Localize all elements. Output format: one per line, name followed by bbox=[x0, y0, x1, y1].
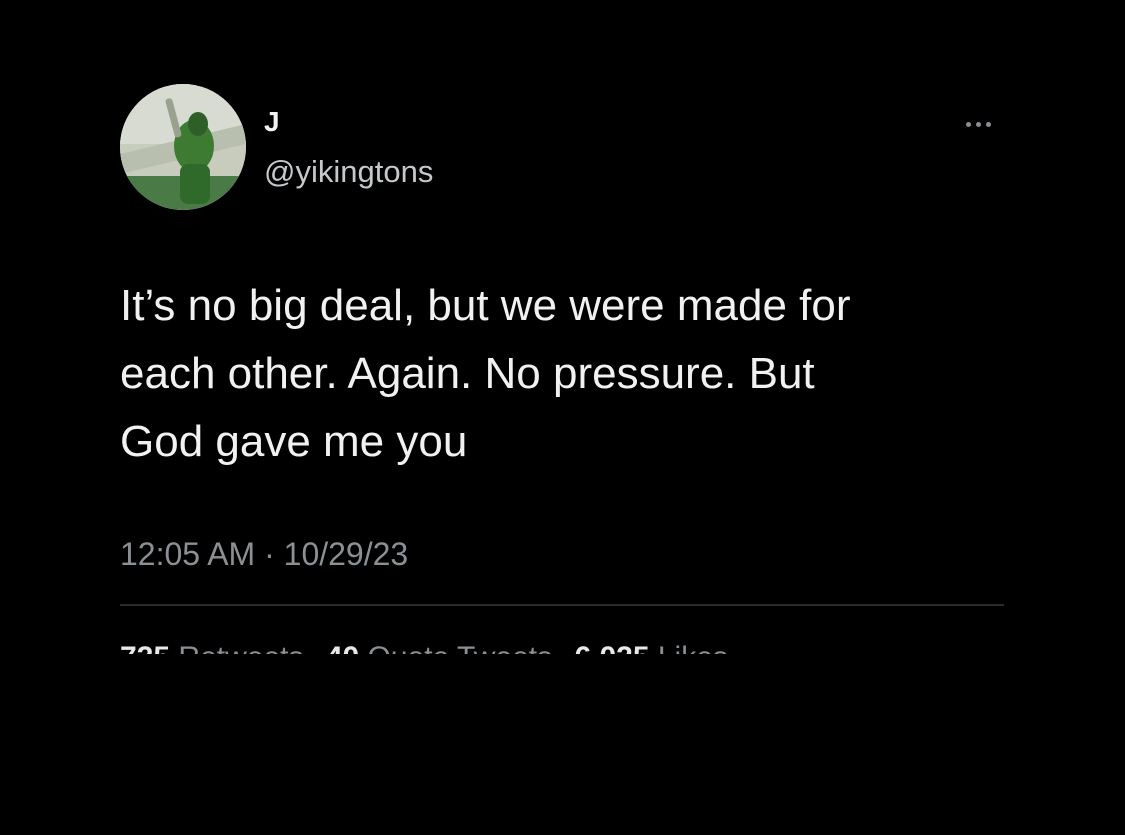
quote-tweets-stat[interactable]: 40 Quote Tweets bbox=[326, 641, 552, 654]
more-horizontal-icon bbox=[965, 121, 971, 127]
avatar-image bbox=[120, 84, 246, 210]
quote-tweets-count: 40 bbox=[326, 641, 359, 654]
display-name[interactable]: J bbox=[264, 106, 280, 138]
likes-count: 6,025 bbox=[574, 641, 649, 654]
more-dot bbox=[975, 121, 981, 127]
engagement-stats: 725 Retweets 40 Quote Tweets 6,025 Likes bbox=[120, 632, 1020, 654]
user-handle[interactable]: @yikingtons bbox=[264, 154, 433, 190]
quote-tweets-label: Quote Tweets bbox=[368, 641, 553, 654]
more-dot bbox=[985, 121, 991, 127]
likes-stat[interactable]: 6,025 Likes bbox=[574, 641, 727, 654]
tweet-timestamp[interactable]: 12:05 AM · 10/29/23 bbox=[120, 534, 408, 574]
avatar[interactable] bbox=[120, 84, 246, 210]
retweets-stat[interactable]: 725 Retweets bbox=[120, 641, 303, 654]
more-options-button[interactable] bbox=[958, 112, 998, 136]
likes-label: Likes bbox=[658, 641, 728, 654]
stats-row: 725 Retweets 40 Quote Tweets 6,025 Likes bbox=[120, 640, 728, 654]
divider bbox=[120, 604, 1004, 606]
tweet-text: It’s no big deal, but we were made for e… bbox=[120, 281, 851, 466]
tweet-card: J @yikingtons It’s no big deal, but we w… bbox=[0, 0, 1125, 835]
retweets-count: 725 bbox=[120, 641, 170, 654]
retweets-label: Retweets bbox=[178, 641, 303, 654]
